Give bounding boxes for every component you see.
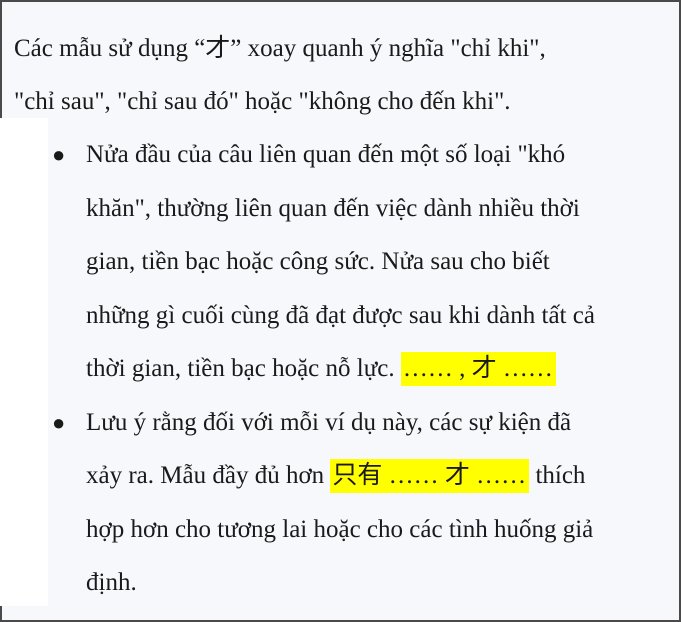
bullet-2-prefix: xảy ra. Mẫu đầy đủ hơn bbox=[86, 462, 325, 489]
bullet-item-2: ● Lưu ý rằng đối với mỗi ví dụ này, các … bbox=[14, 396, 670, 610]
bullet-2-line-1: Lưu ý rằng đối với mỗi ví dụ này, các sự… bbox=[86, 408, 572, 436]
bullet-1-line-2: khăn", thường liên quan đến việc dành nh… bbox=[86, 194, 580, 222]
bullet-1-line-1: Nửa đầu của câu liên quan đến một số loạ… bbox=[86, 141, 566, 168]
bullet-item-1: ● Nửa đầu của câu liên quan đến một số l… bbox=[14, 128, 670, 396]
highlight-zhiyou-pattern: 只有 …… 才 …… bbox=[330, 459, 530, 493]
bullet-1-line-4: những gì cuối cùng đã đạt được sau khi d… bbox=[86, 301, 595, 329]
bullet-2-suffix: thích bbox=[535, 462, 586, 489]
bullet-list: ● Nửa đầu của câu liên quan đến một số l… bbox=[14, 128, 670, 610]
bullet-1-line-5: thời gian, tiền bạc hoặc nỗ lực. …… , 才 … bbox=[86, 342, 670, 396]
bullet-dot-icon: ● bbox=[52, 409, 66, 435]
document-content: Các mẫu sử dụng “才” xoay quanh ý nghĩa "… bbox=[14, 22, 670, 610]
intro-line-2: "chỉ sau", "chỉ sau đó" hoặc "không cho … bbox=[14, 88, 511, 115]
bullet-2-line-3: hợp hơn cho tương lai hoặc cho các tình … bbox=[86, 515, 594, 543]
bullet-2-line-4: định. bbox=[86, 569, 137, 596]
highlight-cai-pattern: …… , 才 …… bbox=[400, 352, 556, 386]
bullet-2-line-2: xảy ra. Mẫu đầy đủ hơn 只有 …… 才 …… thích bbox=[86, 449, 670, 503]
bullet-1-last-text: thời gian, tiền bạc hoặc nỗ lực. bbox=[86, 355, 395, 382]
intro-line-1: Các mẫu sử dụng “才” xoay quanh ý nghĩa "… bbox=[14, 35, 546, 62]
bullet-dot-icon: ● bbox=[52, 142, 66, 167]
bullet-1-line-3: gian, tiền bạc hoặc công sức. Nửa sau ch… bbox=[86, 248, 550, 275]
intro-paragraph: Các mẫu sử dụng “才” xoay quanh ý nghĩa "… bbox=[14, 22, 670, 128]
